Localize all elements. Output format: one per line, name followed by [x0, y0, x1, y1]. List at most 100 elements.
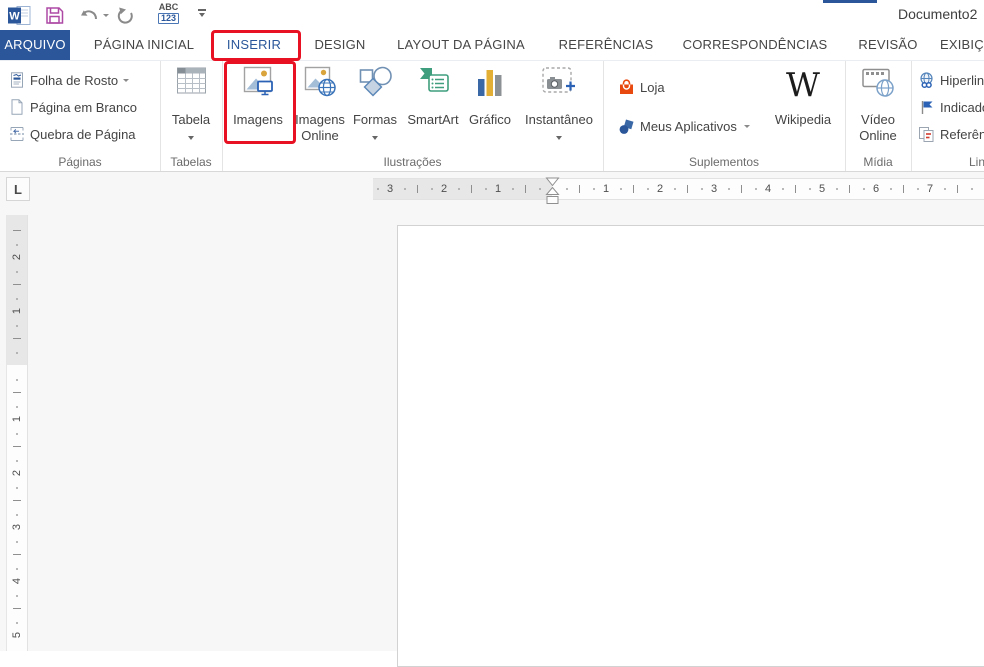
tab-layout-da-pagina[interactable]: LAYOUT DA PÁGINA [385, 30, 537, 60]
svg-text:W: W [9, 10, 20, 22]
ruler-tick [13, 284, 21, 285]
spelling-123-badge: 123 [158, 13, 179, 24]
ruler-tick [890, 188, 892, 190]
ruler-tick [13, 338, 21, 339]
ruler-tick [377, 188, 379, 190]
tab-inserir[interactable]: INSERIR [212, 30, 296, 60]
word-logo-icon[interactable]: W [8, 4, 31, 26]
ruler-tick [13, 230, 21, 231]
group-label-paginas: Páginas [0, 155, 160, 169]
ruler-number: 2 [11, 470, 23, 476]
smartart-button[interactable]: SmartArt [402, 61, 464, 151]
grafico-label: Gráfico [464, 112, 516, 127]
indicador-label: Indicador [940, 100, 984, 115]
folha-de-rosto-button[interactable]: Folha de Rosto [8, 70, 129, 90]
instantaneo-caret-icon [556, 136, 562, 140]
referencia-cruzada-button[interactable]: Referência Cruzada [918, 124, 984, 144]
ruler-tick [795, 185, 796, 193]
ruler-tick [16, 622, 18, 624]
group-suplementos: Loja Meus Aplicativos W Wikipedia Suplem… [603, 61, 846, 172]
tab-stop-selector[interactable]: L [6, 177, 30, 201]
document-page[interactable] [397, 225, 984, 667]
ribbon-tab-bar: ARQUIVO PÁGINA INICIAL INSERIR DESIGN LA… [0, 30, 984, 60]
tab-arquivo[interactable]: ARQUIVO [0, 30, 70, 60]
smartart-icon [402, 66, 464, 102]
ruler-tick [971, 188, 973, 190]
page-break-icon [8, 126, 25, 143]
imagens-button[interactable]: Imagens [230, 61, 286, 151]
indicador-button[interactable]: Indicador [918, 97, 984, 117]
ruler-number: 6 [873, 183, 879, 195]
group-paginas: Folha de Rosto Página em Branco [0, 61, 161, 172]
tab-pagina-inicial[interactable]: PÁGINA INICIAL [76, 30, 212, 60]
tab-correspondencias[interactable]: CORRESPONDÊNCIAS [674, 30, 836, 60]
pagina-em-branco-button[interactable]: Página em Branco [8, 97, 137, 117]
ruler-number: 3 [387, 183, 393, 195]
window-top-accent [823, 0, 877, 3]
tabela-caret-icon [188, 136, 194, 140]
ruler-number: 1 [603, 183, 609, 195]
left-indent-marker [547, 197, 558, 204]
bookmark-flag-icon [918, 99, 935, 116]
meus-aplicativos-button[interactable]: Meus Aplicativos [618, 116, 750, 136]
group-midia: Vídeo Online Mídia [845, 61, 912, 172]
ruler-tick [13, 392, 21, 393]
grafico-button[interactable]: Gráfico [464, 61, 516, 151]
referencia-cruzada-label: Referência Cruzada [940, 127, 984, 142]
apps-icon [618, 118, 635, 135]
formas-icon [349, 66, 401, 102]
ruler-tick [16, 541, 18, 543]
video-online-button[interactable]: Vídeo Online [847, 61, 909, 151]
ruler-number: 2 [657, 183, 663, 195]
wikipedia-button[interactable]: W Wikipedia [767, 61, 839, 151]
imagens-label: Imagens [230, 112, 286, 127]
ruler-number: 3 [711, 183, 717, 195]
ruler-tick [16, 379, 18, 381]
tab-design[interactable]: DESIGN [305, 30, 375, 60]
tabela-button[interactable]: Tabela [163, 61, 219, 151]
ruler-tick [16, 271, 18, 273]
video-online-label-2: Online [847, 128, 909, 143]
cross-reference-icon [918, 126, 935, 143]
customize-qat-button[interactable] [196, 9, 208, 31]
group-label-ilustracoes: Ilustrações [222, 155, 603, 169]
loja-button[interactable]: Loja [618, 77, 665, 97]
ruler-tick [16, 298, 18, 300]
ruler-tick [633, 185, 634, 193]
loja-label: Loja [640, 80, 665, 95]
blank-page-icon [8, 99, 25, 116]
group-tabelas: Tabela Tabelas [160, 61, 223, 172]
imagens-online-icon [291, 66, 349, 102]
tab-revisao[interactable]: REVISÃO [848, 30, 928, 60]
group-label-links: Links [911, 155, 984, 169]
instantaneo-button[interactable]: Instantâneo [520, 61, 598, 151]
ruler-tick [16, 460, 18, 462]
indent-markers[interactable] [545, 177, 560, 210]
group-label-suplementos: Suplementos [603, 155, 845, 169]
undo-button[interactable] [78, 4, 109, 26]
document-title: Documento2 [898, 6, 984, 26]
ruler-tick [525, 185, 526, 193]
undo-dropdown-caret-icon[interactable] [103, 14, 109, 17]
ruler-tick [458, 188, 460, 190]
title-bar: W ABC 123 Documento2 [0, 0, 984, 30]
tab-exibicao[interactable]: EXIBIÇÃO [940, 30, 984, 60]
ruler-tick [16, 487, 18, 489]
group-ilustracoes: Imagens Imagens Online [222, 61, 604, 172]
formas-caret-icon [372, 136, 378, 140]
redo-icon[interactable] [116, 4, 135, 26]
ruler-tick [404, 188, 406, 190]
spelling-abc-icon[interactable]: ABC 123 [158, 3, 179, 25]
pagina-em-branco-label: Página em Branco [30, 100, 137, 115]
wikipedia-label: Wikipedia [767, 112, 839, 127]
tab-referencias[interactable]: REFERÊNCIAS [550, 30, 662, 60]
ruler-number: 5 [819, 183, 825, 195]
save-icon[interactable] [45, 4, 64, 26]
imagens-online-button[interactable]: Imagens Online [291, 61, 349, 151]
ruler-number: 1 [11, 308, 23, 314]
formas-button[interactable]: Formas [349, 61, 401, 151]
meus-aplicativos-caret-icon [744, 125, 750, 128]
quebra-de-pagina-button[interactable]: Quebra de Página [8, 124, 136, 144]
first-line-indent-marker [547, 178, 559, 186]
hiperlink-button[interactable]: Hiperlink [918, 70, 984, 90]
